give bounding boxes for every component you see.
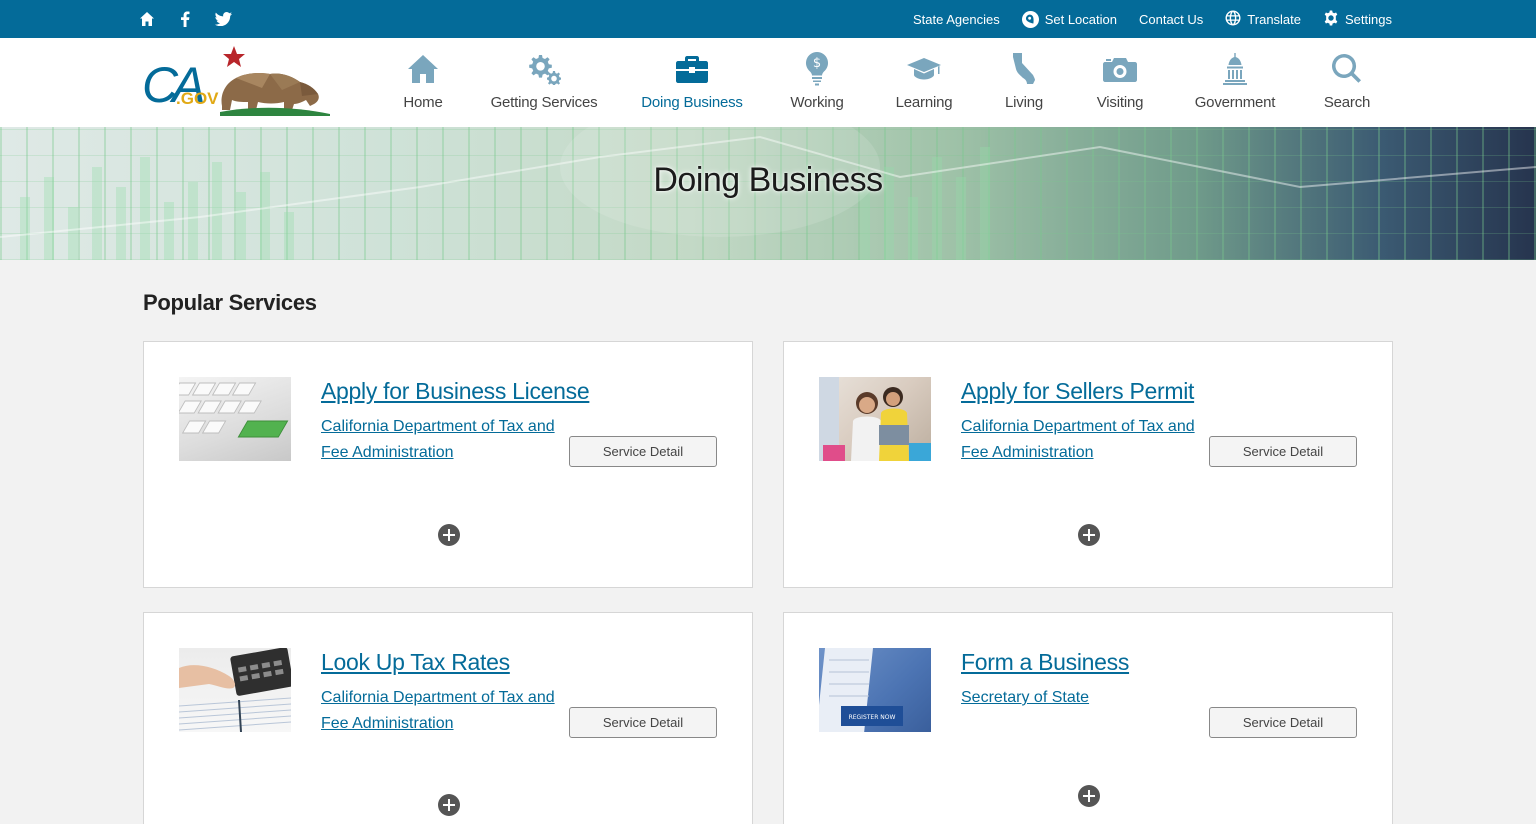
agency-link[interactable]: California Department of Tax and Fee Adm… [321, 685, 561, 737]
graduation-cap-icon [907, 52, 941, 86]
service-card: Apply for Business License California De… [143, 341, 753, 588]
main-nav: Home Getting Services Doing Business $ W… [380, 38, 1392, 127]
service-detail-button[interactable]: Service Detail [569, 436, 717, 467]
globe-icon [1225, 10, 1241, 29]
home-icon[interactable] [138, 10, 156, 28]
lightbulb-dollar-icon: $ [800, 52, 834, 86]
expand-plus-icon[interactable] [1078, 785, 1100, 807]
camera-icon [1103, 52, 1137, 86]
service-title-link[interactable]: Look Up Tax Rates [321, 649, 510, 676]
page-title: Doing Business [653, 161, 883, 199]
service-title-link[interactable]: Apply for Business License [321, 378, 590, 405]
nav-living[interactable]: Living [976, 38, 1072, 127]
california-map-icon [1007, 52, 1041, 86]
gear-icon [1323, 10, 1339, 29]
social-links [138, 0, 232, 38]
agency-link[interactable]: Secretary of State [961, 685, 1201, 711]
agency-link[interactable]: California Department of Tax and Fee Adm… [321, 414, 561, 466]
contact-us-link[interactable]: Contact Us [1139, 12, 1203, 27]
utility-bar: State Agencies Set Location Contact Us T… [0, 0, 1536, 38]
ca-gov-logo[interactable]: CA .GOV [142, 44, 332, 116]
agency-link[interactable]: California Department of Tax and Fee Adm… [961, 414, 1201, 466]
service-detail-button[interactable]: Service Detail [569, 707, 717, 738]
facebook-icon[interactable] [176, 10, 194, 28]
service-card: REGISTER NOW Form a Business Secretary o… [783, 612, 1393, 824]
service-card: Apply for Sellers Permit California Depa… [783, 341, 1393, 588]
site-header: CA .GOV Home Getting Services Doing Busi… [0, 38, 1536, 127]
keyboard-apply-key-image [179, 377, 291, 461]
svg-text:$: $ [813, 56, 821, 71]
nav-working[interactable]: $ Working [762, 38, 872, 127]
twitter-icon[interactable] [214, 10, 232, 28]
nav-government[interactable]: Government [1168, 38, 1302, 127]
nav-learning[interactable]: Learning [872, 38, 976, 127]
expand-plus-icon[interactable] [1078, 524, 1100, 546]
capitol-icon [1218, 52, 1252, 86]
expand-plus-icon[interactable] [438, 524, 460, 546]
nav-getting-services[interactable]: Getting Services [466, 38, 622, 127]
section-title: Popular Services [143, 290, 317, 315]
service-card: Look Up Tax Rates California Department … [143, 612, 753, 824]
nav-visiting[interactable]: Visiting [1072, 38, 1168, 127]
briefcase-icon [675, 52, 709, 86]
nav-home[interactable]: Home [380, 38, 466, 127]
translate-link[interactable]: Translate [1225, 10, 1301, 29]
service-detail-button[interactable]: Service Detail [1209, 436, 1357, 467]
calculator-hand-image [179, 648, 291, 732]
nav-search[interactable]: Search [1302, 38, 1392, 127]
service-title-link[interactable]: Apply for Sellers Permit [961, 378, 1194, 405]
svg-text:.GOV: .GOV [176, 89, 219, 108]
location-pin-icon [1021, 10, 1039, 28]
women-at-laptop-image [819, 377, 931, 461]
expand-plus-icon[interactable] [438, 794, 460, 816]
house-icon [406, 52, 440, 86]
utility-links: State Agencies Set Location Contact Us T… [913, 0, 1392, 38]
nav-doing-business[interactable]: Doing Business [622, 38, 762, 127]
set-location-link[interactable]: Set Location [1021, 10, 1117, 28]
hero-banner: Doing Business [0, 127, 1536, 260]
svg-text:REGISTER NOW: REGISTER NOW [849, 714, 896, 721]
state-agencies-link[interactable]: State Agencies [913, 12, 1000, 27]
service-detail-button[interactable]: Service Detail [1209, 707, 1357, 738]
search-icon [1330, 52, 1364, 86]
service-title-link[interactable]: Form a Business [961, 649, 1129, 676]
gears-icon [527, 52, 561, 86]
register-now-form-image: REGISTER NOW [819, 648, 931, 732]
settings-link[interactable]: Settings [1323, 10, 1392, 29]
